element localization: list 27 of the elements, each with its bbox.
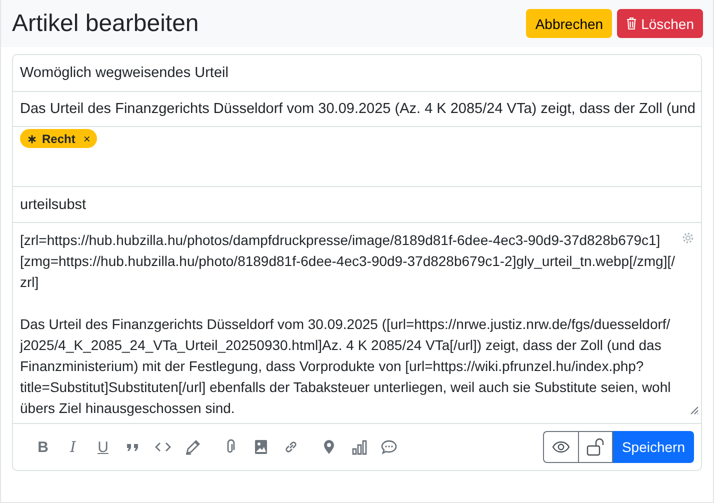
delete-button[interactable]: Löschen	[617, 9, 703, 38]
italic-button[interactable]: I	[58, 432, 88, 462]
asterisk-icon: ∗	[27, 132, 37, 146]
title-field[interactable]: Womöglich wegweisendes Urteil	[20, 65, 228, 81]
cancel-button[interactable]: Abbrechen	[526, 9, 612, 38]
permissions-button[interactable]	[578, 431, 613, 463]
eye-icon	[552, 441, 570, 453]
settings-icon	[682, 232, 694, 244]
summary-field[interactable]: Das Urteil des Finanzgerichts Düsseldorf vom 30.09.2025 (Az. 4 K 2085/24 VTa) zeigt, dass der Zoll (und	[20, 101, 696, 117]
speech-bubble-icon	[381, 439, 397, 455]
bold-button[interactable]: B	[28, 432, 58, 462]
resize-handle-icon	[690, 406, 699, 415]
underline-button[interactable]: U	[88, 432, 118, 462]
pencil-icon	[185, 439, 201, 455]
tag-label: Recht	[42, 132, 76, 146]
trash-icon	[626, 17, 638, 30]
link-icon	[283, 439, 299, 455]
location-pin-icon	[321, 439, 337, 455]
save-button[interactable]: Speichern	[612, 431, 694, 463]
category-field[interactable]: urteilsubst	[20, 196, 86, 212]
tags-field[interactable]: ∗ Recht ×	[13, 127, 701, 187]
remove-icon[interactable]: ×	[83, 132, 90, 146]
body-textarea[interactable]: [zrl=https://hub.hubzilla.hu/photos/dampfdruckpresse/image/8189d81f-6dee-4ec3-90d9-37d828b679c1][zmg=https://hub.hubzilla.hu/photo/8189d81f-6dee-4ec3-90d9-37d828b679c1-2]gly_urteil_tn.webp[/zmg][/zrl] Das Urteil des Finanzgerichts Düsseldorf vom 30.09.2025 ([url=https://nrwe.justiz.nrw.de/fgs/duesseldorf/j2025/4_K_2085_24_VTa_Urteil_20250930.html]Az. 4 K 2085/24 VTa[/url]) zeigt, dass der Zoll (und das Finanzministerium) mit der Festlegung, dass Vorprodukte von [url=https://wiki.pfrunzel.hu/index.php?title=Substitut]Substituten[/url] ebenfalls der Tabaksteuer unterliegen, weil auch sie Substitute seien, wohl übers Ziel hinausgeschossen sind.	[13, 223, 701, 423]
preview-button[interactable]	[542, 431, 578, 463]
page-title: Artikel bearbeiten	[12, 10, 199, 38]
image-icon	[253, 439, 269, 455]
bar-chart-icon	[351, 439, 367, 455]
